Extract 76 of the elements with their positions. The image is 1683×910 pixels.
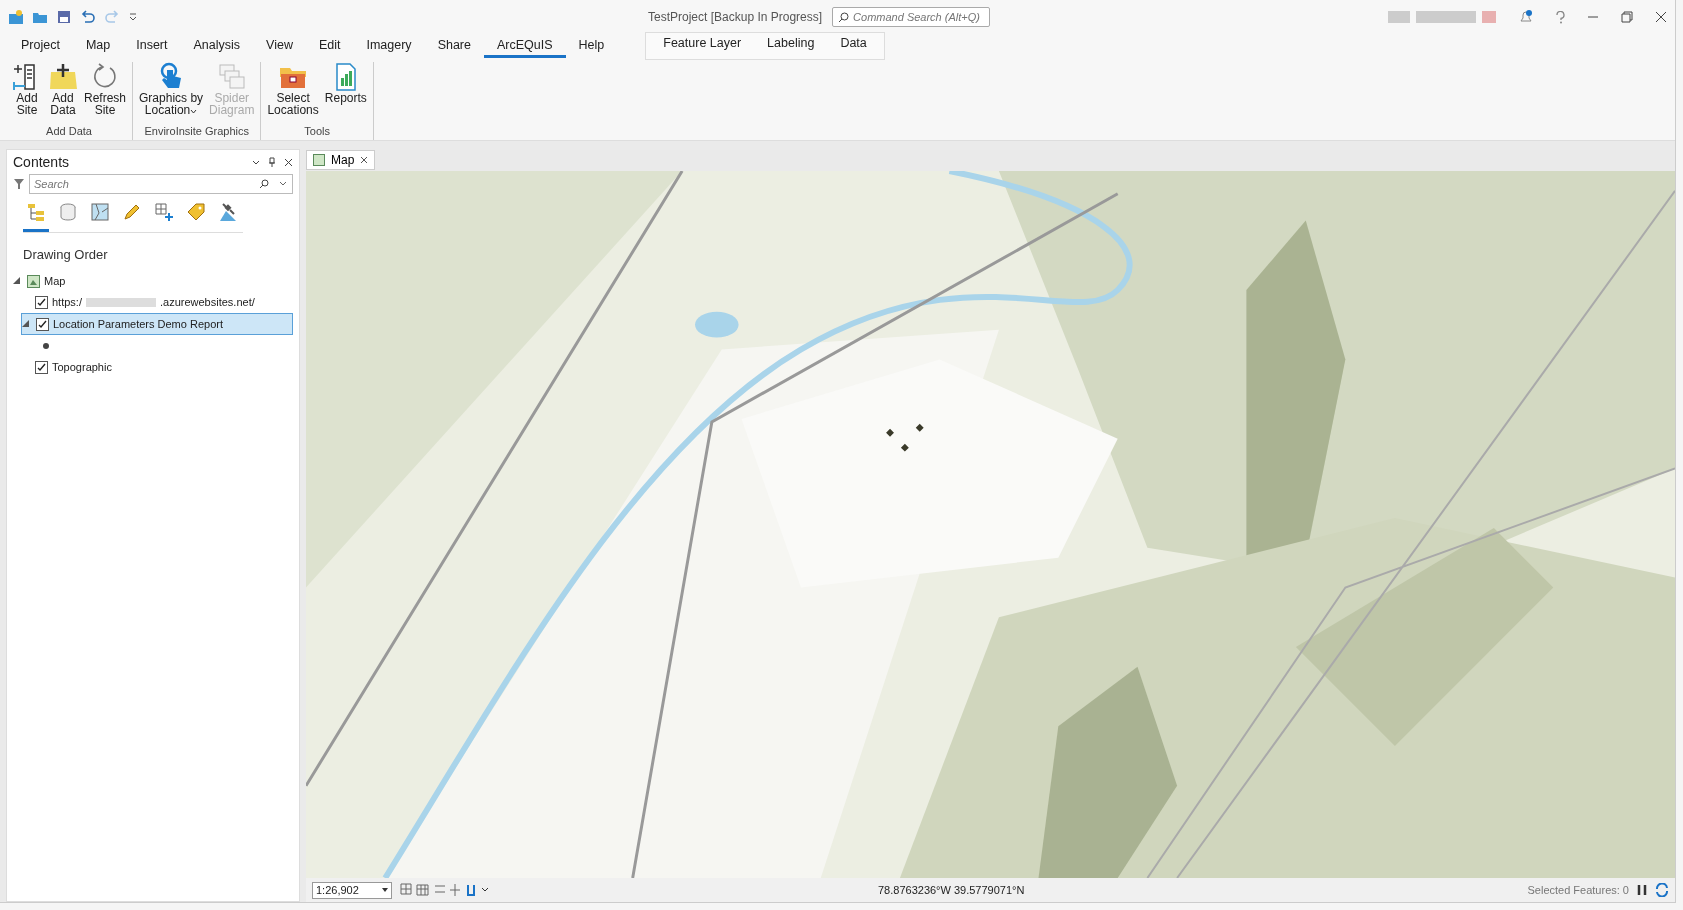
tag-icon: [186, 202, 206, 222]
grid-plus-icon: [154, 202, 174, 222]
ribbon-tab[interactable]: Analysis: [180, 38, 254, 58]
layer-name[interactable]: Topographic: [52, 361, 112, 373]
layer-name[interactable]: https:/: [52, 296, 82, 308]
ribbon-tab[interactable]: Project: [8, 38, 73, 58]
caret-icon[interactable]: [382, 888, 388, 892]
ribbon-tab[interactable]: Insert: [123, 38, 181, 58]
ribbon-tab[interactable]: Labeling: [754, 36, 828, 56]
ribbon-button[interactable]: Reports: [322, 62, 369, 125]
map-icon: [313, 154, 325, 166]
layer-name[interactable]: .azurewebsites.net/: [159, 296, 255, 308]
caret-icon[interactable]: [279, 181, 287, 186]
ribbon-tab[interactable]: Data: [827, 36, 880, 56]
scale-dropdown[interactable]: 1:26,902: [312, 881, 392, 899]
status-tools-drawing[interactable]: [400, 883, 490, 897]
coordinates: 78.8763236°W 39.5779071°N: [878, 884, 1025, 896]
checkbox[interactable]: [36, 317, 49, 331]
satellite-icon: [218, 202, 238, 222]
ribbon-button[interactable]: Graphics by Location: [137, 62, 206, 125]
window-title: TestProject [Backup In Progress]: [648, 10, 823, 24]
close-icon[interactable]: [1655, 11, 1667, 23]
add-data-icon: [48, 62, 78, 92]
notification-bell-icon[interactable]: [1518, 9, 1534, 25]
command-search-field[interactable]: Command Search (Alt+Q): [832, 7, 991, 27]
ribbon-button[interactable]: Add Site: [10, 62, 44, 125]
ribbon-button[interactable]: Add Data: [46, 62, 80, 125]
checkbox[interactable]: [35, 360, 48, 374]
restore-icon[interactable]: [1621, 11, 1633, 23]
selected-layer-row[interactable]: Location Parameters Demo Report: [21, 313, 293, 335]
ribbon-tab[interactable]: Imagery: [353, 38, 425, 58]
new-project-icon[interactable]: [8, 9, 24, 25]
layer-list-icon: [26, 202, 46, 222]
search-icon[interactable]: [259, 179, 269, 189]
section-heading: Drawing Order: [23, 247, 109, 262]
search-field[interactable]: Search: [29, 174, 293, 194]
filter-icon[interactable]: [13, 178, 25, 190]
collapse-arrow-icon[interactable]: [22, 319, 29, 327]
refresh-icon[interactable]: [1655, 883, 1669, 897]
search-icon: [838, 12, 850, 23]
customize-caret-icon[interactable]: [128, 12, 138, 22]
point-symbol-icon: [43, 343, 49, 349]
pencil-icon: [122, 202, 142, 222]
layer-name[interactable]: Map: [44, 275, 66, 287]
pin-icon[interactable]: [268, 157, 276, 167]
group-label: Add Data: [46, 125, 92, 139]
map-selection-icon: [90, 202, 110, 222]
pause-icon[interactable]: [1637, 884, 1647, 896]
layer-name[interactable]: Location Parameters Demo Report: [53, 318, 223, 330]
save-icon[interactable]: [56, 9, 72, 25]
group-label: EnviroInsite Graphics: [144, 125, 249, 139]
redacted-text: [85, 297, 156, 307]
ribbon-tab[interactable]: ArcEQuIS: [484, 38, 566, 58]
ribbon-tab[interactable]: Share: [424, 38, 484, 58]
panel-title: Contents: [13, 154, 71, 170]
caret-icon[interactable]: [190, 109, 198, 114]
ribbon-tab[interactable]: Feature Layer: [650, 36, 755, 56]
ribbon-tab[interactable]: Edit: [305, 38, 354, 58]
selected-features-count: Selected Features: 0: [1527, 884, 1629, 896]
spider-diagram-icon: [216, 62, 247, 92]
close-icon[interactable]: [284, 157, 293, 167]
database-icon: [58, 202, 78, 222]
close-icon[interactable]: [360, 156, 369, 164]
ribbon-button[interactable]: Refresh Site: [82, 62, 129, 125]
ribbon-tab[interactable]: Map: [72, 38, 124, 58]
ribbon-tab[interactable]: Help: [565, 38, 618, 58]
map-tab[interactable]: Map: [306, 150, 376, 170]
checkbox[interactable]: [35, 295, 48, 309]
help-icon[interactable]: [1556, 10, 1565, 24]
caret-icon[interactable]: [252, 159, 260, 165]
ribbon-button[interactable]: Select Locations: [265, 62, 321, 125]
undo-icon[interactable]: [80, 9, 96, 25]
ribbon-tab[interactable]: View: [253, 38, 306, 58]
collapse-arrow-icon[interactable]: [13, 276, 20, 284]
map-icon: [27, 274, 40, 288]
group-label: Tools: [304, 125, 330, 139]
